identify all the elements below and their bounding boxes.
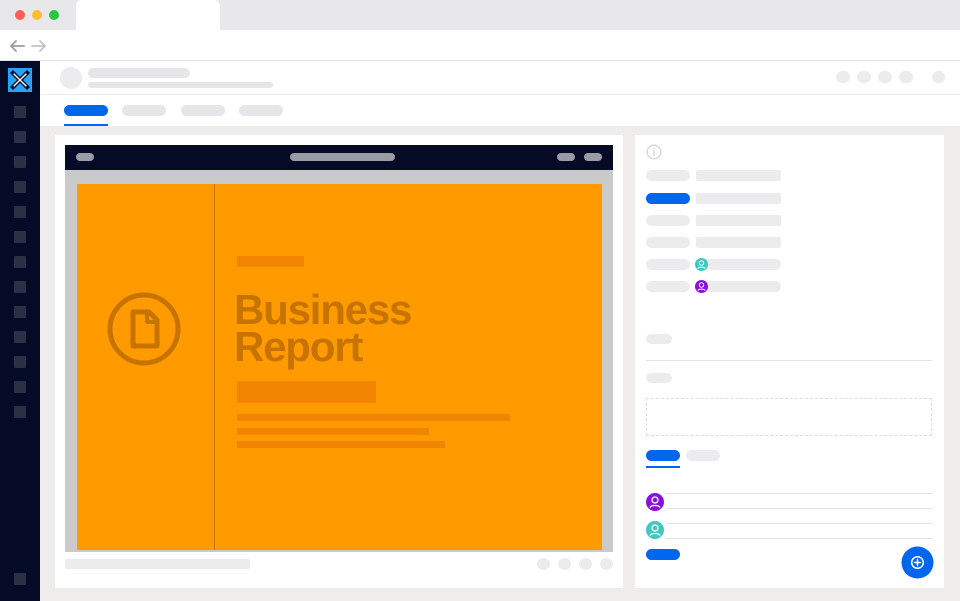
tab-2[interactable]	[122, 105, 166, 116]
user-icon[interactable]	[646, 521, 664, 539]
comment-input[interactable]	[646, 398, 932, 436]
x-logo-icon[interactable]	[8, 68, 32, 92]
user-icon[interactable]	[695, 258, 708, 271]
cover-label-placeholder	[237, 256, 304, 267]
document-icon	[107, 292, 181, 366]
user-icon[interactable]	[695, 280, 708, 293]
viewer-zoom-button[interactable]	[557, 153, 575, 161]
viewer-footer-action-1[interactable]	[537, 558, 550, 570]
sidebar-item-11[interactable]	[14, 356, 26, 368]
cover-text-line-3	[237, 441, 445, 448]
header-action-4[interactable]	[899, 71, 913, 83]
detail-label-5	[646, 259, 690, 270]
cover-text-line-2	[237, 428, 429, 435]
load-more-button[interactable]	[646, 549, 680, 560]
detail-value-4	[696, 237, 781, 248]
sidebar-item-1[interactable]	[14, 106, 26, 118]
header-action-2[interactable]	[857, 71, 871, 83]
list-divider-3	[666, 523, 932, 524]
sidebar-item-8[interactable]	[14, 281, 26, 293]
sidebar-item-6[interactable]	[14, 231, 26, 243]
back-arrow-icon[interactable]	[8, 38, 26, 54]
sidebar-item-10[interactable]	[14, 331, 26, 343]
header-subtitle-placeholder	[88, 82, 273, 88]
viewer-footer-action-2[interactable]	[558, 558, 571, 570]
tab-3[interactable]	[181, 105, 225, 116]
user-icon[interactable]	[646, 493, 664, 511]
cover-subtitle-placeholder	[237, 381, 376, 403]
browser-tab-active[interactable]	[76, 0, 220, 30]
viewer-title-placeholder	[290, 153, 395, 161]
sidebar-item-4[interactable]	[14, 181, 26, 193]
list-divider-1	[666, 493, 932, 494]
sidebar-item-9[interactable]	[14, 306, 26, 318]
cover-divider	[214, 184, 215, 550]
address-bar	[0, 30, 960, 61]
section-label-2	[646, 373, 672, 383]
detail-label-1	[646, 170, 690, 181]
avatar[interactable]	[60, 67, 82, 89]
header-title-placeholder	[88, 68, 190, 78]
viewer-footer-action-3[interactable]	[579, 558, 592, 570]
detail-value-1	[696, 170, 781, 181]
sidebar-item-3[interactable]	[14, 156, 26, 168]
activity-tab-2[interactable]	[686, 450, 720, 461]
activity-tab-active[interactable]	[646, 450, 680, 461]
status-badge[interactable]	[646, 193, 690, 204]
close-window-button[interactable]	[15, 10, 25, 20]
tabs-row	[40, 95, 960, 126]
header-action-3[interactable]	[878, 71, 892, 83]
sidebar-item-13[interactable]	[14, 406, 26, 418]
tab-4[interactable]	[239, 105, 283, 116]
browser-window: Business Report	[0, 0, 960, 601]
detail-label-4	[646, 237, 690, 248]
cover-title: Business Report	[234, 286, 412, 370]
plus-circle-icon[interactable]	[901, 546, 934, 579]
list-divider-4	[666, 538, 932, 539]
section-label-1	[646, 334, 672, 344]
sidebar-item-7[interactable]	[14, 256, 26, 268]
detail-label-3	[646, 215, 690, 226]
detail-value-3	[696, 215, 781, 226]
viewer-menu-button[interactable]	[76, 153, 94, 161]
sidebar-settings-item[interactable]	[14, 573, 26, 585]
sidebar-item-2[interactable]	[14, 131, 26, 143]
forward-arrow-icon[interactable]	[30, 38, 48, 54]
header-action-1[interactable]	[836, 71, 850, 83]
detail-value-6	[696, 281, 781, 292]
viewer-download-button[interactable]	[584, 153, 602, 161]
app-header	[40, 61, 960, 95]
minimize-window-button[interactable]	[32, 10, 42, 20]
detail-value-2	[696, 193, 781, 204]
detail-value-5	[696, 259, 781, 270]
tab-active[interactable]	[64, 105, 108, 116]
info-icon[interactable]	[646, 144, 662, 160]
header-action-5[interactable]	[932, 71, 945, 83]
page-info-placeholder	[65, 559, 250, 569]
maximize-window-button[interactable]	[49, 10, 59, 20]
section-divider	[646, 360, 932, 361]
viewer-footer-action-4[interactable]	[600, 558, 613, 570]
cover-text-line-1	[237, 414, 510, 421]
activity-tab-underline	[646, 466, 680, 468]
sidebar-item-12[interactable]	[14, 381, 26, 393]
list-divider-2	[666, 508, 932, 509]
detail-label-6	[646, 281, 690, 292]
sidebar-item-5[interactable]	[14, 206, 26, 218]
